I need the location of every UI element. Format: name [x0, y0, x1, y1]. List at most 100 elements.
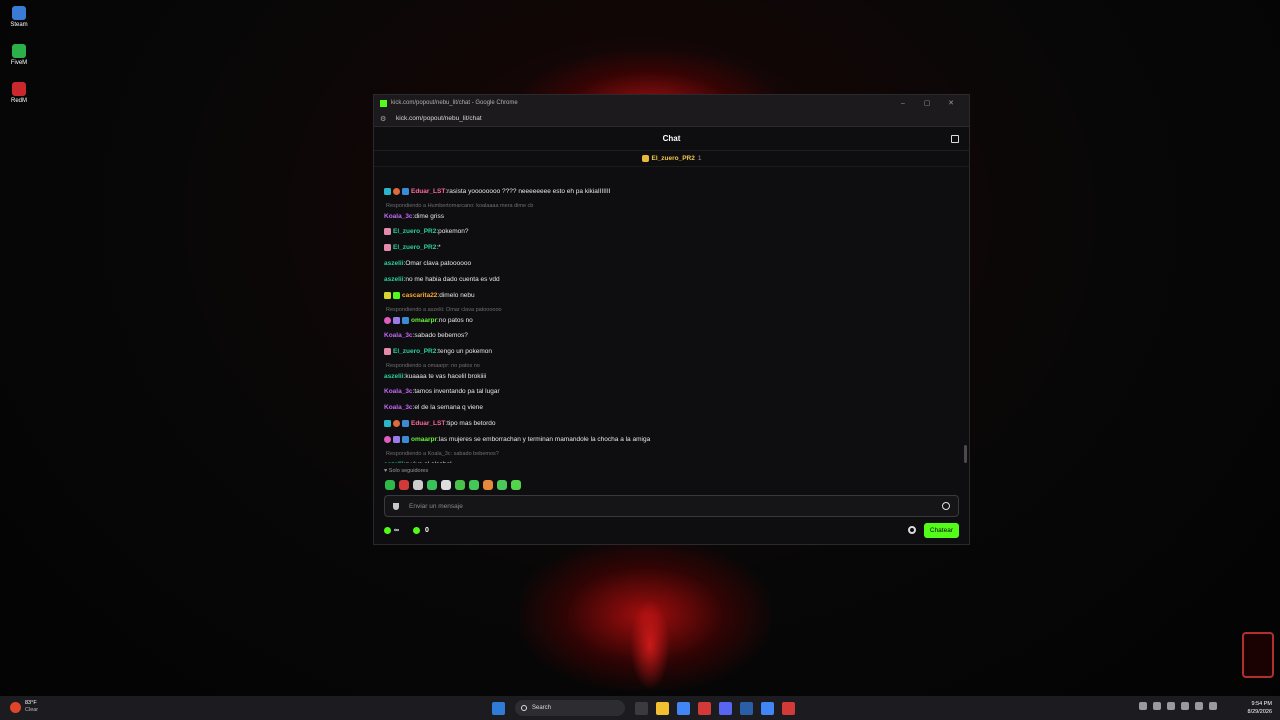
message-username[interactable]: El_zuero_PR2: [393, 244, 436, 251]
message-username[interactable]: Koala_3c: [384, 213, 413, 220]
weather-icon: [10, 701, 21, 713]
taskbar-app-icon[interactable]: [677, 701, 690, 715]
message-username[interactable]: aszelii: [384, 461, 404, 463]
chat-message[interactable]: aszelii: no me habia dado cuenta es vdd: [384, 271, 969, 287]
message-text: las mujeres se emborrachan y terminan ma…: [438, 435, 651, 443]
volume-icon[interactable]: [1195, 702, 1203, 710]
chat-message[interactable]: Respondiendo a Koala_3c: sabado bebemos?…: [384, 447, 969, 463]
chat-message[interactable]: Koala_3c: sabado bebemos?: [384, 327, 969, 343]
emote-icon[interactable]: [413, 480, 423, 490]
taskbar-clock[interactable]: 9:54 PM 8/29/2026: [1248, 700, 1272, 716]
desktop-icon-redm[interactable]: RedM: [6, 82, 32, 104]
message-username[interactable]: aszelii: [384, 260, 404, 267]
message-username[interactable]: Koala_3c: [384, 388, 413, 395]
chat-message[interactable]: Eduar_LST: tipo mas betordo: [384, 415, 969, 431]
taskbar-app-icon[interactable]: [740, 701, 753, 715]
minimize-button[interactable]: –: [891, 100, 915, 107]
chat-message[interactable]: Respondiendo a omaarpr: no patos no aszel…: [384, 359, 969, 383]
desktop-icon-steam[interactable]: Steam: [6, 6, 32, 28]
message-username[interactable]: Koala_3c: [384, 332, 413, 339]
url-text: kick.com/popout/nebu_lit/chat: [396, 115, 482, 122]
chat-input-box[interactable]: [384, 495, 959, 517]
message-username[interactable]: cascarita22: [402, 292, 437, 299]
emote-icon[interactable]: [399, 480, 409, 490]
reply-context[interactable]: Respondiendo a aszelii: Omar clava patoo…: [384, 307, 502, 313]
chat-message[interactable]: El_zuero_PR2: *: [384, 239, 969, 255]
message-username[interactable]: Eduar_LST: [411, 420, 445, 427]
message-text: q viva el alcohol: [405, 461, 451, 463]
followers-only-notice: ♥ Solo seguidores: [384, 468, 428, 474]
reply-context[interactable]: Respondiendo a omaarpr: no patos no: [384, 363, 480, 369]
chat-message[interactable]: aszelii: Omar clava patoooooo: [384, 255, 969, 271]
taskbar-app-icon[interactable]: [635, 701, 648, 715]
start-windows-icon[interactable]: [492, 701, 505, 715]
message-username[interactable]: omaarpr: [411, 436, 437, 443]
message-username[interactable]: El_zuero_PR2: [393, 348, 436, 355]
chat-message[interactable]: Koala_3c: tamos inventando pa tal lugar: [384, 383, 969, 399]
reply-context[interactable]: Respondiendo a Humbertomarcano: koalaaaa…: [384, 203, 533, 209]
chat-message[interactable]: omaarpr: las mujeres se emborrachan y te…: [384, 431, 969, 447]
emote-icon[interactable]: [469, 480, 479, 490]
message-line: omaarpr: no patos no: [384, 317, 473, 324]
chat-message[interactable]: El_zuero_PR2: pokemon?: [384, 223, 969, 239]
weather-condition: Clear: [25, 707, 39, 713]
taskbar-app-icon[interactable]: [782, 701, 795, 715]
pinned-gift-bar[interactable]: El_zuero_PR2 1: [374, 151, 969, 167]
taskbar-app-icon[interactable]: [698, 701, 711, 715]
kicks-balance[interactable]: 0: [413, 526, 429, 534]
emote-icon[interactable]: [497, 480, 507, 490]
emote-icon[interactable]: [427, 480, 437, 490]
message-username[interactable]: aszelii: [384, 373, 404, 380]
message-username[interactable]: Koala_3c: [384, 404, 413, 411]
message-line: cascarita22: dimelo nebu: [384, 291, 475, 299]
chat-scrollbar[interactable]: [964, 445, 967, 463]
gift-badge-icon: [384, 347, 391, 355]
users-icon[interactable]: [951, 135, 959, 143]
emote-icon[interactable]: [455, 480, 465, 490]
chat-message[interactable]: cascarita22: dimelo nebu: [384, 287, 969, 303]
site-settings-icon[interactable]: ⚙: [380, 115, 390, 123]
desktop-icon-label: RedM: [10, 98, 27, 104]
network-icon[interactable]: [1181, 702, 1189, 710]
message-text: el de la semana q viene: [414, 403, 484, 411]
channel-points[interactable]: ∞: [384, 526, 399, 534]
message-username[interactable]: aszelii: [384, 276, 404, 283]
chat-message[interactable]: El_zuero_PR2: tengo un pokemon: [384, 343, 969, 359]
emoji-picker-icon[interactable]: [942, 502, 950, 510]
maximize-button[interactable]: ▢: [915, 99, 939, 107]
message-username[interactable]: El_zuero_PR2: [393, 228, 436, 235]
taskbar-app-icon[interactable]: [656, 701, 669, 715]
kicks-count: 0: [425, 526, 429, 534]
close-button[interactable]: ✕: [939, 99, 963, 107]
chat-message[interactable]: Koala_3c: el de la semana q viene: [384, 399, 969, 415]
battery-icon[interactable]: [1209, 702, 1217, 710]
message-text: tamos inventando pa tal lugar: [414, 387, 500, 395]
message-username[interactable]: Eduar_LST: [411, 188, 445, 195]
chevron-up-icon[interactable]: [1139, 702, 1147, 710]
chat-message[interactable]: Eduar_LST: rasista yoooooooo ???? neeeee…: [384, 183, 969, 199]
emote-icon[interactable]: [483, 480, 493, 490]
taskbar-app-icon[interactable]: [719, 701, 732, 715]
message-username[interactable]: omaarpr: [411, 317, 437, 324]
chat-settings-icon[interactable]: [907, 526, 916, 534]
message-input[interactable]: [409, 502, 942, 510]
microphone-icon[interactable]: [1167, 702, 1175, 710]
desktop-icon-fivem[interactable]: FiveM: [6, 44, 32, 66]
tray-app-icon[interactable]: [1153, 702, 1161, 710]
emote-icon[interactable]: [441, 480, 451, 490]
emote-icon[interactable]: [511, 480, 521, 490]
window-titlebar[interactable]: kick.com/popout/nebu_lit/chat - Google C…: [374, 95, 969, 111]
yellow-badge-icon: [384, 291, 391, 299]
reply-context[interactable]: Respondiendo a Koala_3c: sabado bebemos?: [384, 451, 499, 457]
address-bar[interactable]: ⚙ kick.com/popout/nebu_lit/chat: [374, 111, 969, 127]
taskbar-app-icon[interactable]: [761, 701, 774, 715]
taskbar-search[interactable]: Search: [515, 700, 625, 716]
chat-message-list[interactable]: Eduar_LST: rasista yoooooooo ???? neeeee…: [374, 183, 969, 463]
chat-message[interactable]: Respondiendo a Humbertomarcano: koalaaaa…: [384, 199, 969, 223]
gift-badge-icon: [384, 243, 391, 251]
weather-widget[interactable]: 83°F Clear: [10, 700, 38, 714]
emote-icon[interactable]: [385, 480, 395, 490]
send-chat-button[interactable]: Chatear: [923, 522, 959, 538]
message-text: Omar clava patoooooo: [405, 259, 472, 267]
chat-message[interactable]: Respondiendo a aszelii: Omar clava patoo…: [384, 303, 969, 327]
